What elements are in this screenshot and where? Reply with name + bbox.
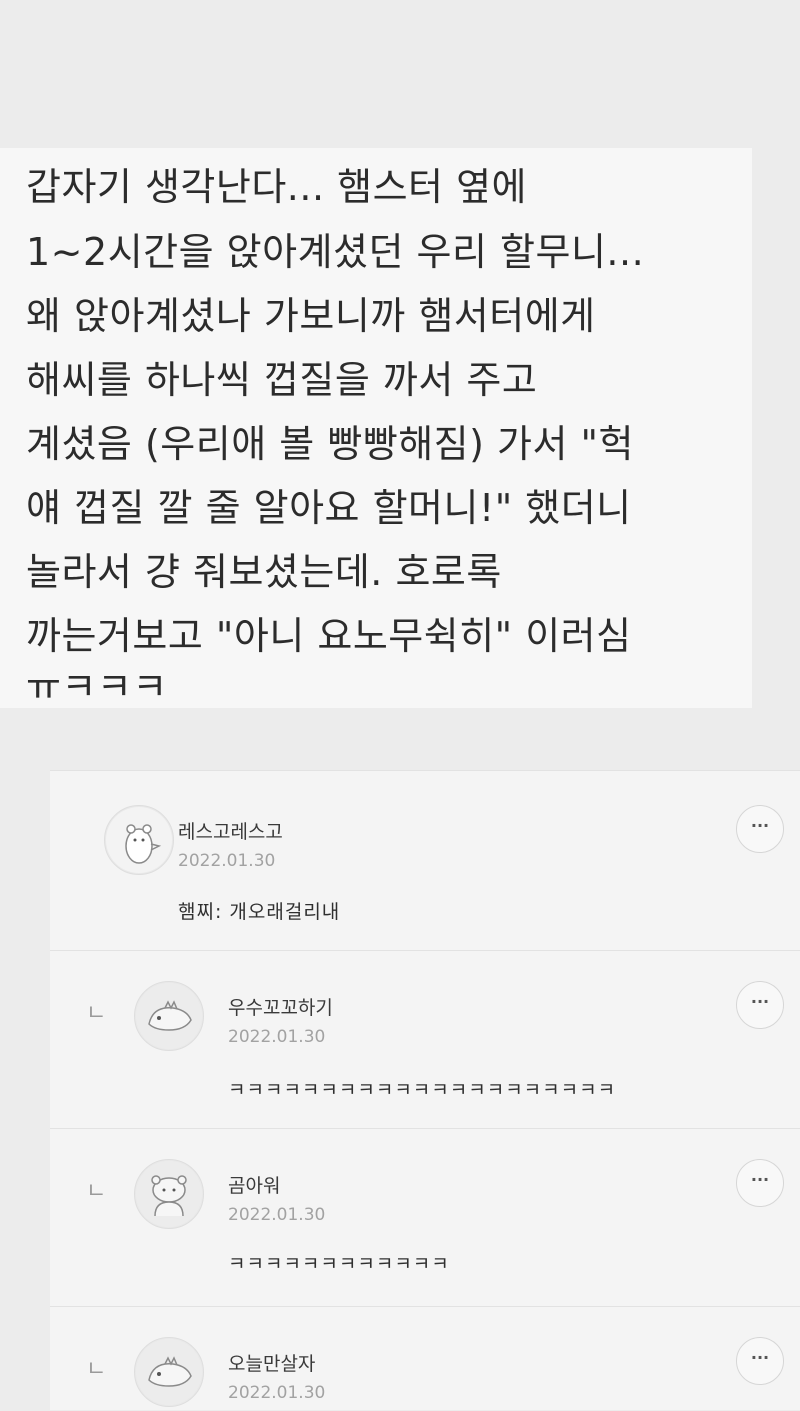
post-text-line: 갑자기 생각난다... 햄스터 옆에 [26,165,527,209]
comment-author[interactable]: 오늘만살자 [228,1349,315,1376]
comment-date: 2022.01.30 [228,1205,326,1225]
bear-avatar-icon[interactable] [104,805,174,875]
post-text-line: ㅠㅋㅋㅋ [26,665,168,709]
comment-author[interactable]: 우수꼬꼬하기 [228,993,333,1020]
post-text-line: 해씨를 하나씩 껍질을 까서 주고 [26,358,538,402]
comment-reply-item: ㄴ 곰아워 2022.01.30 ㅋㅋㅋㅋㅋㅋㅋㅋㅋㅋㅋㅋ ··· [50,1128,800,1307]
more-options-button[interactable]: ··· [736,981,784,1029]
comment-reply-item: ㄴ 오늘만살자 2022.01.30 ··· [50,1306,800,1411]
post-text-line: 왜 앉아계셨나 가보니까 햄서터에게 [26,294,596,338]
post-text-line: 까는거보고 "아니 요노무쉭히" 이러심 [26,614,632,658]
comment-text: ㅋㅋㅋㅋㅋㅋㅋㅋㅋㅋㅋㅋㅋㅋㅋㅋㅋㅋㅋㅋㅋ [228,1079,617,1101]
comment-reply-item: ㄴ 우수꼬꼬하기 2022.01.30 ㅋㅋㅋㅋㅋㅋㅋㅋㅋㅋㅋㅋㅋㅋㅋㅋㅋㅋㅋㅋ… [50,950,800,1129]
post-text-line: 놀라서 걍 줘보셨는데. 호로록 [26,550,502,594]
reply-indicator-icon: ㄴ [86,1179,107,1204]
reply-indicator-icon: ㄴ [86,1357,107,1382]
comment-date: 2022.01.30 [178,851,276,871]
reply-indicator-icon: ㄴ [86,1001,107,1026]
more-options-button[interactable]: ··· [736,805,784,853]
comment-author[interactable]: 레스고레스고 [178,817,283,844]
post-text-line: 계셨음 (우리애 볼 빵빵해짐) 가서 "헉 [26,422,634,466]
comment-text: ㅋㅋㅋㅋㅋㅋㅋㅋㅋㅋㅋㅋ [228,1253,450,1275]
post-text-line: 얘 껍질 깔 줄 알아요 할머니!" 했더니 [26,486,632,530]
comment-text: 햄찌: 개오래걸리내 [178,901,341,923]
dinosaur-avatar-icon[interactable] [134,981,204,1051]
comment-date: 2022.01.30 [228,1027,326,1047]
comment-author[interactable]: 곰아워 [228,1171,280,1198]
comment-list: 레스고레스고 2022.01.30 햄찌: 개오래걸리내 ··· ㄴ 우수꼬꼬하… [50,770,800,1410]
comment-item: 레스고레스고 2022.01.30 햄찌: 개오래걸리내 ··· [50,770,800,951]
more-options-button[interactable]: ··· [736,1159,784,1207]
bear-face-avatar-icon[interactable] [134,1159,204,1229]
post-text-line: 1~2시간을 앉아계셨던 우리 할무니... [26,230,645,274]
post-body: 갑자기 생각난다... 햄스터 옆에 1~2시간을 앉아계셨던 우리 할무니..… [0,148,752,708]
dinosaur-avatar-icon[interactable] [134,1337,204,1407]
comment-date: 2022.01.30 [228,1383,326,1403]
more-options-button[interactable]: ··· [736,1337,784,1385]
